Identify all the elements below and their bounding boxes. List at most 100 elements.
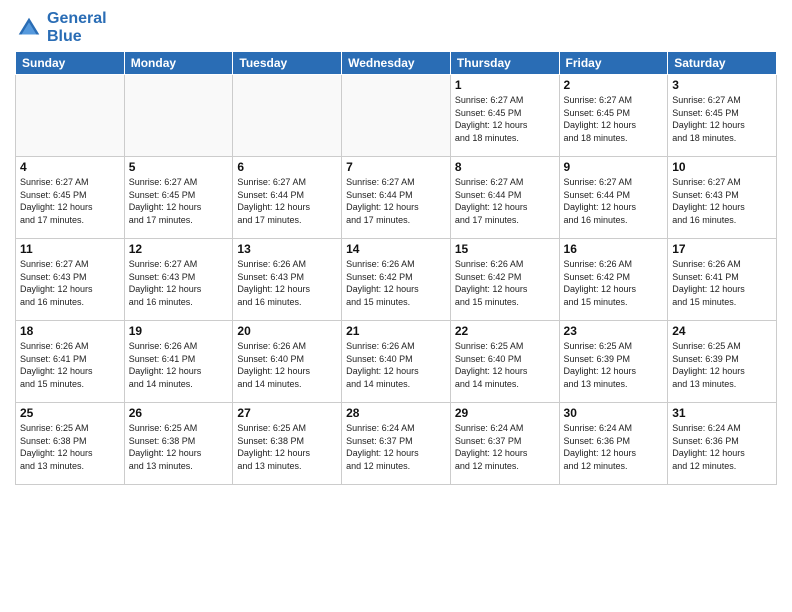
page: General Blue SundayMondayTuesdayWednesda… [0,0,792,612]
day-info: Sunrise: 6:27 AM Sunset: 6:44 PM Dayligh… [455,176,555,226]
calendar-cell: 22 Sunrise: 6:25 AM Sunset: 6:40 PM Dayli… [450,321,559,403]
day-info: Sunrise: 6:26 AM Sunset: 6:40 PM Dayligh… [237,340,337,390]
day-info: Sunrise: 6:27 AM Sunset: 6:43 PM Dayligh… [672,176,772,226]
calendar-cell: 4Sunrise: 6:27 AM Sunset: 6:45 PM Daylig… [16,157,125,239]
weekday-header-thursday: Thursday [450,52,559,75]
day-info: Sunrise: 6:26 AM Sunset: 6:42 PM Dayligh… [564,258,664,308]
day-info: Sunrise: 6:26 AM Sunset: 6:42 PM Dayligh… [455,258,555,308]
day-number: 3 [672,78,772,92]
day-info: Sunrise: 6:27 AM Sunset: 6:45 PM Dayligh… [564,94,664,144]
calendar-cell: 23 Sunrise: 6:25 AM Sunset: 6:39 PM Dayli… [559,321,668,403]
day-number: 31 [672,406,772,420]
logo-text: General Blue [47,10,107,45]
calendar-cell: 21 Sunrise: 6:26 AM Sunset: 6:40 PM Dayli… [342,321,451,403]
day-number: 29 [455,406,555,420]
calendar-cell: 15 Sunrise: 6:26 AM Sunset: 6:42 PM Dayli… [450,239,559,321]
day-info: Sunrise: 6:26 AM Sunset: 6:43 PM Dayligh… [237,258,337,308]
generalblue-logo-icon [15,14,43,42]
day-info: Sunrise: 6:25 AM Sunset: 6:39 PM Dayligh… [564,340,664,390]
day-info: Sunrise: 6:27 AM Sunset: 6:45 PM Dayligh… [129,176,229,226]
day-info: Sunrise: 6:27 AM Sunset: 6:45 PM Dayligh… [20,176,120,226]
day-number: 14 [346,242,446,256]
calendar-cell: 26 Sunrise: 6:25 AM Sunset: 6:38 PM Dayli… [124,403,233,485]
calendar-week-5: 25Sunrise: 6:25 AM Sunset: 6:38 PM Dayli… [16,403,777,485]
calendar-cell: 29Sunrise: 6:24 AM Sunset: 6:37 PM Dayli… [450,403,559,485]
day-number: 24 [672,324,772,338]
day-number: 22 [455,324,555,338]
calendar-cell: 14 Sunrise: 6:26 AM Sunset: 6:42 PM Dayli… [342,239,451,321]
calendar-cell: 8 Sunrise: 6:27 AM Sunset: 6:44 PM Daylig… [450,157,559,239]
day-info: Sunrise: 6:26 AM Sunset: 6:41 PM Dayligh… [20,340,120,390]
day-number: 7 [346,160,446,174]
day-info: Sunrise: 6:27 AM Sunset: 6:44 PM Dayligh… [564,176,664,226]
day-number: 18 [20,324,120,338]
day-number: 28 [346,406,446,420]
header: General Blue [15,10,777,45]
day-info: Sunrise: 6:25 AM Sunset: 6:39 PM Dayligh… [672,340,772,390]
day-info: Sunrise: 6:27 AM Sunset: 6:45 PM Dayligh… [672,94,772,144]
calendar-cell: 19 Sunrise: 6:26 AM Sunset: 6:41 PM Dayli… [124,321,233,403]
day-info: Sunrise: 6:25 AM Sunset: 6:38 PM Dayligh… [129,422,229,472]
day-info: Sunrise: 6:26 AM Sunset: 6:41 PM Dayligh… [129,340,229,390]
day-info: Sunrise: 6:26 AM Sunset: 6:42 PM Dayligh… [346,258,446,308]
day-number: 1 [455,78,555,92]
calendar-cell [233,75,342,157]
calendar-cell: 13Sunrise: 6:26 AM Sunset: 6:43 PM Dayli… [233,239,342,321]
calendar-cell: 2 Sunrise: 6:27 AM Sunset: 6:45 PM Daylig… [559,75,668,157]
day-info: Sunrise: 6:24 AM Sunset: 6:37 PM Dayligh… [346,422,446,472]
calendar-cell: 28 Sunrise: 6:24 AM Sunset: 6:37 PM Dayli… [342,403,451,485]
calendar-cell: 17 Sunrise: 6:26 AM Sunset: 6:41 PM Dayli… [668,239,777,321]
day-number: 5 [129,160,229,174]
calendar-cell: 9 Sunrise: 6:27 AM Sunset: 6:44 PM Daylig… [559,157,668,239]
weekday-header-sunday: Sunday [16,52,125,75]
calendar-cell: 30Sunrise: 6:24 AM Sunset: 6:36 PM Dayli… [559,403,668,485]
day-number: 17 [672,242,772,256]
day-info: Sunrise: 6:26 AM Sunset: 6:40 PM Dayligh… [346,340,446,390]
calendar-cell: 6Sunrise: 6:27 AM Sunset: 6:44 PM Daylig… [233,157,342,239]
day-number: 10 [672,160,772,174]
calendar-cell: 3 Sunrise: 6:27 AM Sunset: 6:45 PM Daylig… [668,75,777,157]
calendar-cell: 12 Sunrise: 6:27 AM Sunset: 6:43 PM Dayli… [124,239,233,321]
day-number: 16 [564,242,664,256]
day-info: Sunrise: 6:27 AM Sunset: 6:43 PM Dayligh… [129,258,229,308]
day-number: 20 [237,324,337,338]
calendar-cell: 16 Sunrise: 6:26 AM Sunset: 6:42 PM Dayli… [559,239,668,321]
day-info: Sunrise: 6:24 AM Sunset: 6:36 PM Dayligh… [672,422,772,472]
day-info: Sunrise: 6:25 AM Sunset: 6:40 PM Dayligh… [455,340,555,390]
calendar-week-4: 18 Sunrise: 6:26 AM Sunset: 6:41 PM Dayli… [16,321,777,403]
weekday-header-friday: Friday [559,52,668,75]
day-number: 27 [237,406,337,420]
day-number: 19 [129,324,229,338]
day-number: 12 [129,242,229,256]
logo: General Blue [15,10,107,45]
day-number: 9 [564,160,664,174]
day-number: 21 [346,324,446,338]
day-number: 2 [564,78,664,92]
calendar-table: SundayMondayTuesdayWednesdayThursdayFrid… [15,51,777,485]
calendar-cell: 27 Sunrise: 6:25 AM Sunset: 6:38 PM Dayli… [233,403,342,485]
day-info: Sunrise: 6:27 AM Sunset: 6:43 PM Dayligh… [20,258,120,308]
day-number: 23 [564,324,664,338]
calendar-cell: 18 Sunrise: 6:26 AM Sunset: 6:41 PM Dayli… [16,321,125,403]
day-number: 8 [455,160,555,174]
calendar-cell: 20 Sunrise: 6:26 AM Sunset: 6:40 PM Dayli… [233,321,342,403]
weekday-header-monday: Monday [124,52,233,75]
calendar-week-1: 1 Sunrise: 6:27 AM Sunset: 6:45 PM Daylig… [16,75,777,157]
day-info: Sunrise: 6:27 AM Sunset: 6:44 PM Dayligh… [346,176,446,226]
day-info: Sunrise: 6:25 AM Sunset: 6:38 PM Dayligh… [20,422,120,472]
calendar-cell [124,75,233,157]
day-info: Sunrise: 6:27 AM Sunset: 6:45 PM Dayligh… [455,94,555,144]
day-number: 30 [564,406,664,420]
day-number: 6 [237,160,337,174]
day-number: 26 [129,406,229,420]
day-info: Sunrise: 6:26 AM Sunset: 6:41 PM Dayligh… [672,258,772,308]
calendar-cell: 25Sunrise: 6:25 AM Sunset: 6:38 PM Dayli… [16,403,125,485]
calendar-cell: 11Sunrise: 6:27 AM Sunset: 6:43 PM Dayli… [16,239,125,321]
calendar-cell: 5 Sunrise: 6:27 AM Sunset: 6:45 PM Daylig… [124,157,233,239]
day-info: Sunrise: 6:25 AM Sunset: 6:38 PM Dayligh… [237,422,337,472]
calendar-header-row: SundayMondayTuesdayWednesdayThursdayFrid… [16,52,777,75]
calendar-cell: 10 Sunrise: 6:27 AM Sunset: 6:43 PM Dayli… [668,157,777,239]
day-number: 15 [455,242,555,256]
weekday-header-tuesday: Tuesday [233,52,342,75]
weekday-header-saturday: Saturday [668,52,777,75]
